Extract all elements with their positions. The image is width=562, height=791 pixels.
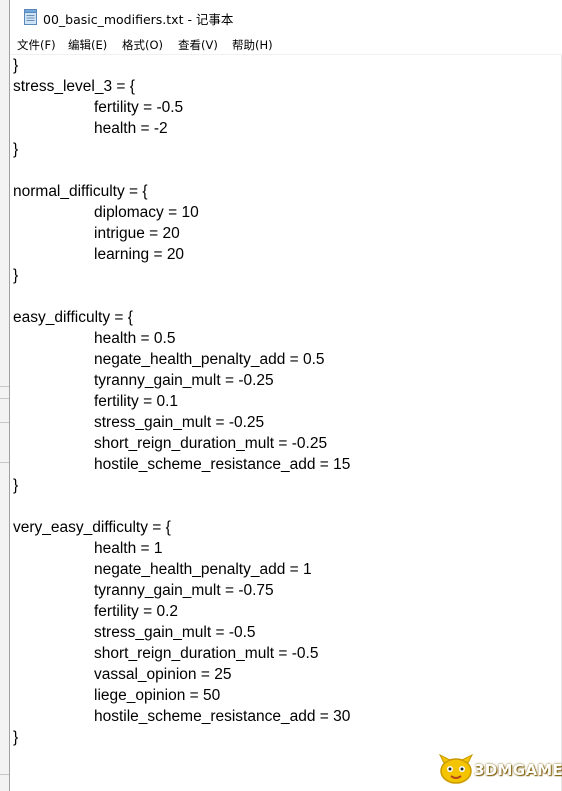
text-line: stress_level_3 = { bbox=[13, 78, 135, 95]
text-line: tyranny_gain_mult = -0.75 bbox=[94, 582, 274, 599]
text-line: very_easy_difficulty = { bbox=[13, 519, 171, 536]
watermark-text: 3DMGAME bbox=[474, 761, 562, 779]
menu-bar: 文件(F) 编辑(E) 格式(O) 查看(V) 帮助(H) bbox=[10, 34, 562, 55]
text-line: negate_health_penalty_add = 1 bbox=[94, 561, 312, 578]
notepad-icon bbox=[24, 9, 37, 25]
background-divider bbox=[0, 462, 9, 463]
text-line: } bbox=[13, 729, 19, 746]
text-line: health = 1 bbox=[94, 540, 163, 557]
title-bar[interactable]: 00_basic_modifiers.txt - 记事本 bbox=[10, 0, 562, 34]
menu-help[interactable]: 帮助(H) bbox=[230, 36, 275, 54]
3dmgame-logo-icon bbox=[438, 753, 474, 784]
text-line: fertility = -0.5 bbox=[94, 99, 184, 116]
menu-format[interactable]: 格式(O) bbox=[120, 36, 165, 54]
menu-file[interactable]: 文件(F) bbox=[15, 36, 58, 54]
watermark: 3DMGAME bbox=[436, 751, 562, 787]
text-line: tyranny_gain_mult = -0.25 bbox=[94, 372, 274, 389]
text-line: liege_opinion = 50 bbox=[94, 687, 221, 704]
text-line: diplomacy = 10 bbox=[94, 204, 199, 221]
text-line: } bbox=[13, 477, 19, 494]
text-line: vassal_opinion = 25 bbox=[94, 666, 232, 683]
window-title: 00_basic_modifiers.txt - 记事本 bbox=[43, 12, 234, 27]
text-line: short_reign_duration_mult = -0.25 bbox=[94, 435, 328, 452]
background-divider bbox=[0, 398, 9, 399]
text-line: fertility = 0.1 bbox=[94, 393, 178, 410]
background-divider bbox=[0, 774, 9, 775]
text-line: hostile_scheme_resistance_add = 30 bbox=[94, 708, 351, 725]
text-line: hostile_scheme_resistance_add = 15 bbox=[94, 456, 351, 473]
background-divider bbox=[0, 422, 9, 423]
text-line: intrigue = 20 bbox=[94, 225, 180, 242]
text-line: health = 0.5 bbox=[94, 330, 176, 347]
notepad-window: 00_basic_modifiers.txt - 记事本 文件(F) 编辑(E)… bbox=[9, 0, 562, 791]
background-divider bbox=[0, 386, 9, 387]
text-line: normal_difficulty = { bbox=[13, 183, 148, 200]
menu-view[interactable]: 查看(V) bbox=[176, 36, 220, 54]
text-line: learning = 20 bbox=[94, 246, 185, 263]
text-line: health = -2 bbox=[94, 120, 168, 137]
text-line: fertility = 0.2 bbox=[94, 603, 178, 620]
text-line: } bbox=[13, 57, 19, 74]
text-line: easy_difficulty = { bbox=[13, 309, 133, 326]
text-line: } bbox=[13, 141, 19, 158]
text-line: stress_gain_mult = -0.25 bbox=[94, 414, 265, 431]
text-line: } bbox=[13, 267, 19, 284]
text-line: short_reign_duration_mult = -0.5 bbox=[94, 645, 319, 662]
menu-edit[interactable]: 编辑(E) bbox=[66, 36, 109, 54]
text-editor-area[interactable]: } stress_level_3 = { fertility = -0.5 healt… bbox=[10, 55, 562, 791]
text-line: negate_health_penalty_add = 0.5 bbox=[94, 351, 325, 368]
text-line: stress_gain_mult = -0.5 bbox=[94, 624, 256, 641]
